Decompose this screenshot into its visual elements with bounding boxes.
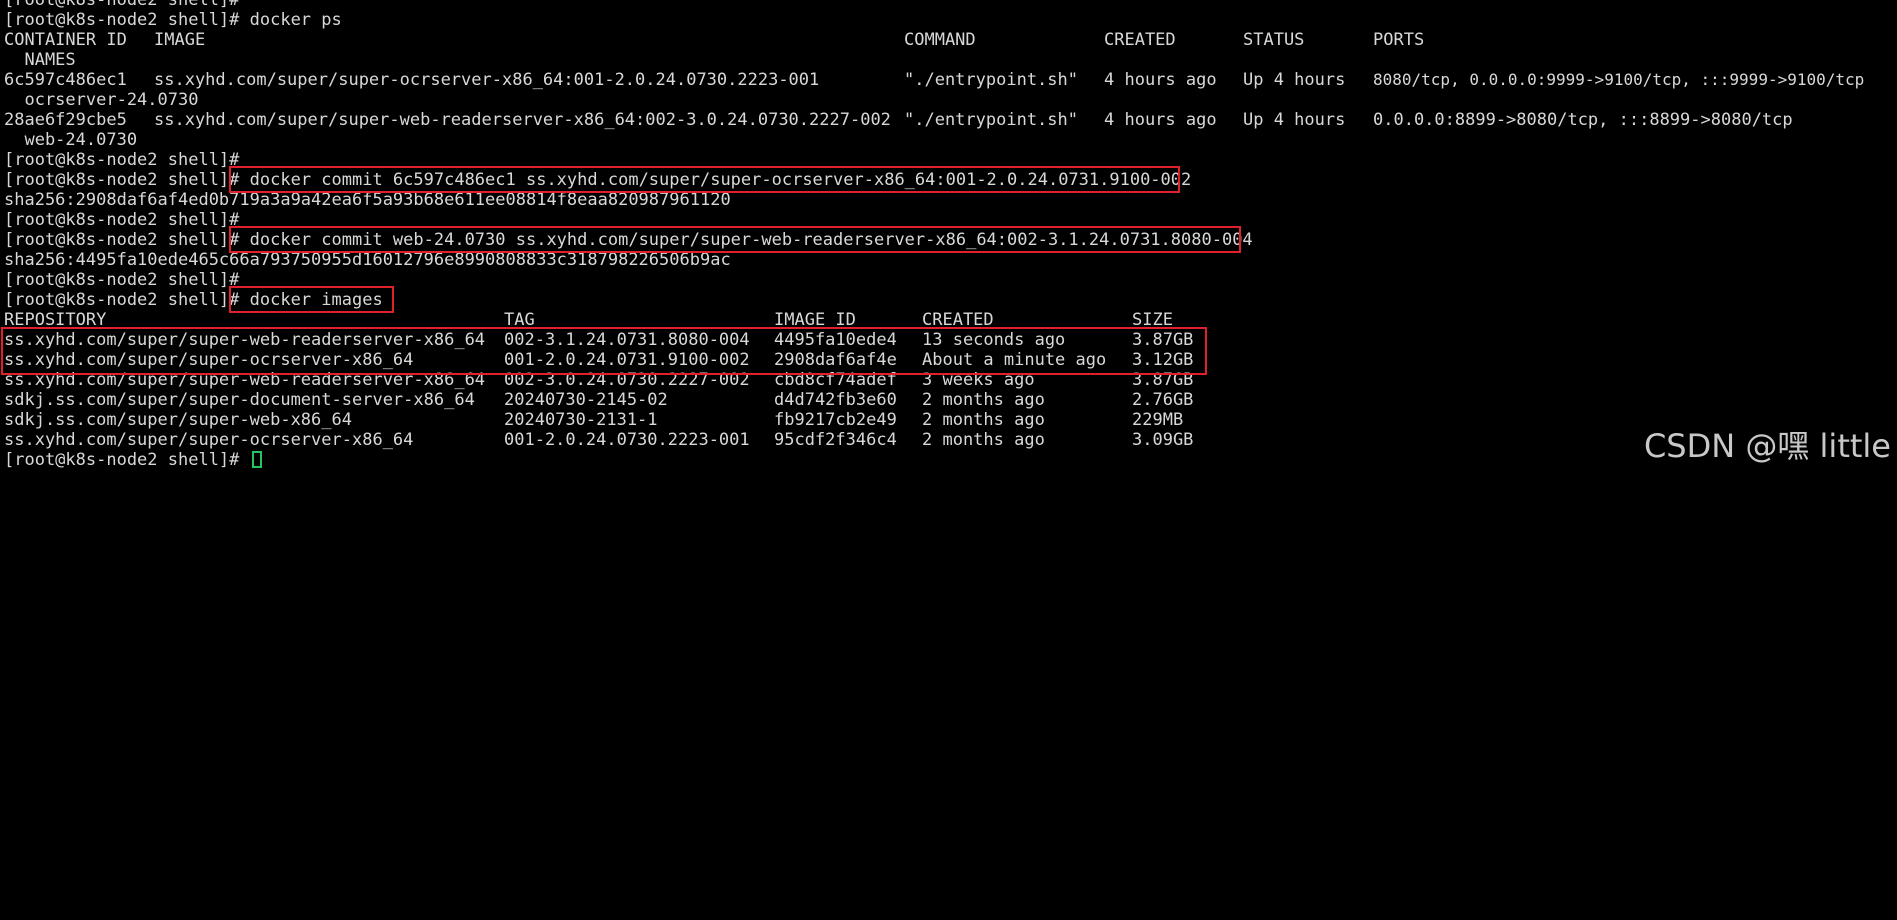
ps-row: 6c597c486ec1 ss.xyhd.com/super/super-ocr… [4, 70, 1894, 90]
terminal-window[interactable]: [root@k8s-node2 shell]# [root@k8s-node2 … [0, 0, 1897, 479]
terminal-line: [root@k8s-node2 shell]# [4, 0, 240, 10]
ps-row: 28ae6f29cbe5 ss.xyhd.com/super/super-web… [4, 110, 1894, 130]
images-repository: ss.xyhd.com/super/super-ocrserver-x86_64 [4, 430, 414, 450]
images-created: 2 months ago [922, 390, 1045, 410]
ps-header-image: IMAGE [154, 30, 206, 50]
images-image-id: fb9217cb2e49 [774, 410, 897, 430]
ps-command: "./entrypoint.sh" [904, 110, 1078, 130]
terminal-line: [root@k8s-node2 shell]# docker ps [4, 10, 342, 30]
ps-container-id: 6c597c486ec1 [4, 70, 127, 90]
highlight-box-commit-2 [229, 226, 1241, 253]
image-row: ss.xyhd.com/super/super-ocrserver-x86_64… [4, 430, 1204, 450]
ps-container-id: 28ae6f29cbe5 [4, 110, 127, 130]
ps-ports: 0.0.0.0:8899->8080/tcp, :::8899->8080/tc… [1373, 110, 1793, 130]
images-size: 2.76GB [1132, 390, 1194, 410]
ps-created: 4 hours ago [1104, 110, 1217, 130]
ps-image: ss.xyhd.com/super/super-web-readerserver… [154, 110, 891, 130]
highlight-box-commit-1 [229, 166, 1180, 193]
images-created: 2 months ago [922, 430, 1045, 450]
text-cursor [251, 451, 262, 468]
terminal-line: [root@k8s-node2 shell]# [4, 210, 240, 230]
watermark: CSDN @嘿 little [1643, 427, 1891, 465]
ps-created: 4 hours ago [1104, 70, 1217, 90]
ps-image: ss.xyhd.com/super/super-ocrserver-x86_64… [154, 70, 820, 90]
ps-status: Up 4 hours [1243, 110, 1346, 130]
shell-prompt: [root@k8s-node2 shell]# [4, 230, 240, 250]
ps-name: web-24.0730 [4, 130, 138, 150]
ps-header-container-id: CONTAINER ID [4, 30, 127, 50]
images-tag: 20240730-2145-02 [504, 390, 668, 410]
images-image-id: d4d742fb3e60 [774, 390, 897, 410]
ps-header-command: COMMAND [904, 30, 976, 50]
shell-prompt: [root@k8s-node2 shell]# [4, 450, 250, 470]
shell-prompt: [root@k8s-node2 shell]# [4, 170, 240, 190]
ps-header-created: CREATED [1104, 30, 1176, 50]
ps-header-status: STATUS [1243, 30, 1305, 50]
highlight-box-images [229, 286, 394, 313]
images-image-id: 95cdf2f346c4 [774, 430, 897, 450]
terminal-line: [root@k8s-node2 shell]# [4, 270, 240, 290]
sha-output: sha256:4495fa10ede465c66a793750955d16012… [4, 250, 731, 270]
ps-command: "./entrypoint.sh" [904, 70, 1078, 90]
highlight-box-new-images [1, 327, 1207, 375]
images-tag: 20240730-2131-1 [504, 410, 658, 430]
ps-ports: 8080/tcp, 0.0.0.0:9999->9100/tcp, :::999… [1373, 70, 1865, 89]
images-size: 3.09GB [1132, 430, 1194, 450]
ps-header-ports: PORTS [1373, 30, 1425, 50]
images-repository: sdkj.ss.com/super/super-web-x86_64 [4, 410, 352, 430]
shell-prompt: [root@k8s-node2 shell]# [4, 290, 240, 310]
images-size: 229MB [1132, 410, 1184, 430]
ps-header-names: NAMES [4, 50, 76, 70]
ps-header: CONTAINER ID IMAGE COMMAND CREATED STATU… [4, 30, 1894, 50]
terminal-line: [root@k8s-node2 shell]# [4, 450, 262, 470]
images-repository: sdkj.ss.com/super/super-document-server-… [4, 390, 475, 410]
image-row: sdkj.ss.com/super/super-web-x86_64 202407… [4, 410, 1204, 430]
sha-output: sha256:2908daf6af4ed0b719a3a9a42ea6f5a93… [4, 190, 731, 210]
ps-status: Up 4 hours [1243, 70, 1346, 90]
terminal-line: [root@k8s-node2 shell]# [4, 150, 240, 170]
ps-name: ocrserver-24.0730 [4, 90, 199, 110]
image-row: sdkj.ss.com/super/super-document-server-… [4, 390, 1204, 410]
images-created: 2 months ago [922, 410, 1045, 430]
images-tag: 001-2.0.24.0730.2223-001 [504, 430, 750, 450]
